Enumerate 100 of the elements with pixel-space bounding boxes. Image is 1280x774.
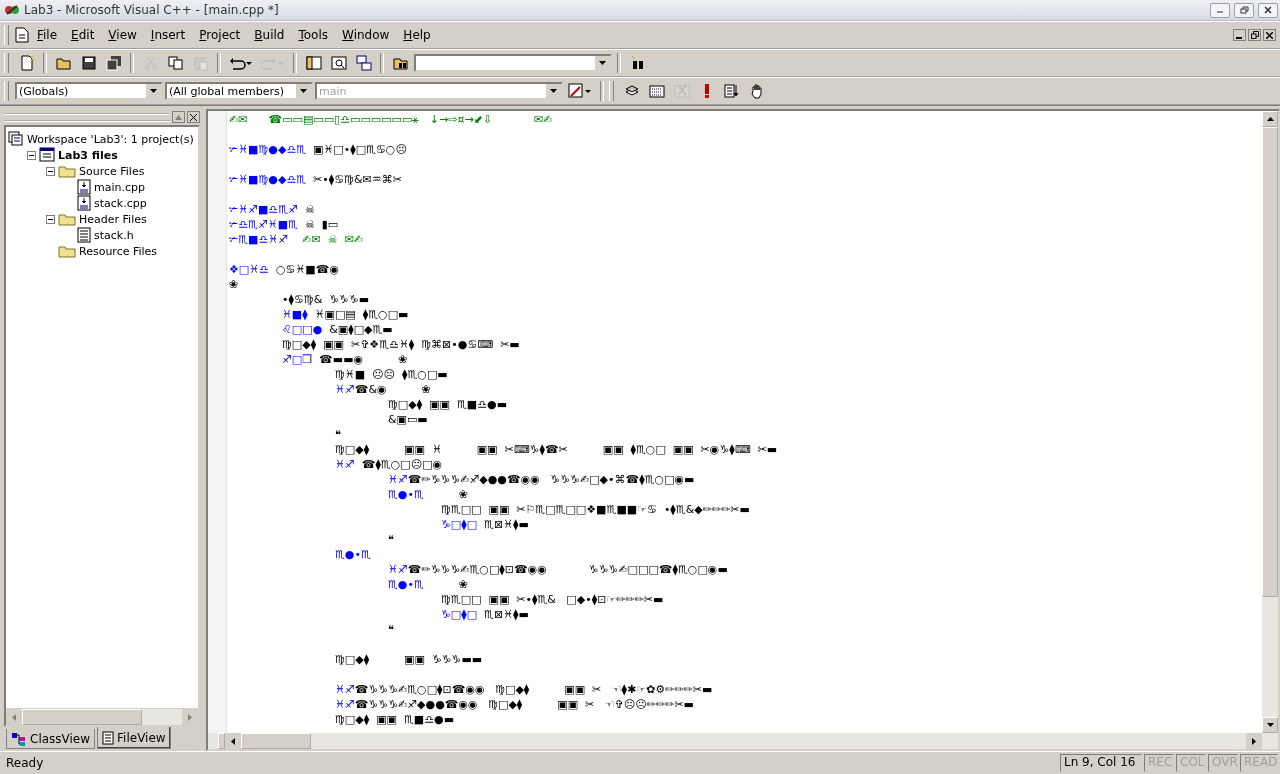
horizontal-scrollbar[interactable] xyxy=(208,733,1278,749)
panel-grip[interactable] xyxy=(4,112,170,122)
copy-icon xyxy=(167,55,184,71)
code-text: ☠ ▮▭ xyxy=(303,218,339,231)
code-text: ♓♐ xyxy=(335,383,355,396)
menu-item[interactable]: Tools xyxy=(292,26,335,44)
left-arrow-icon xyxy=(12,713,16,721)
new-file-icon xyxy=(18,55,35,71)
tree-item[interactable]: stack.cpp xyxy=(94,196,147,210)
restore-button[interactable] xyxy=(1248,29,1261,41)
caret-icon xyxy=(300,89,307,93)
text-file-icon xyxy=(77,227,91,243)
hand-icon xyxy=(748,83,765,99)
code-editor[interactable] xyxy=(206,109,1280,751)
minus-icon xyxy=(48,216,53,222)
folder-icon xyxy=(58,243,76,259)
code-text: ☎♑♑♑✍♏○□⧫⊡☎◉◉ ♍□◆⧫ ▣▣ ✂ ☜⧫✱☞✿⚙✏✏✏✂▬ xyxy=(354,683,713,696)
code-text: ▣♓□•⧫□♏♋○☹ xyxy=(312,143,407,156)
find-in-files-icon xyxy=(392,55,409,71)
close-button[interactable] xyxy=(1258,2,1278,18)
menu-item[interactable]: View xyxy=(102,26,143,44)
horizontal-scrollbar[interactable] xyxy=(6,708,198,725)
code-text: ♑□⧫□ xyxy=(441,518,478,531)
code-text: ❝ xyxy=(335,428,341,441)
code-text: ♍♏□□ ▣▣ ✂⚐♏□♏□□❖■♏■■☞♋ •⧫♏&◆✏✏✏✂▬ xyxy=(441,503,750,516)
menu-item[interactable]: Project xyxy=(193,26,247,44)
code-text: ♑□⧫□ xyxy=(441,608,478,621)
code-text: ♍♏□□ ▣▣ ✂•⧫♏& □◆•⧫⊡☞✏✏✏✂▬ xyxy=(441,593,664,606)
code-text: ○♋♓■☎◉ xyxy=(274,263,339,276)
down-arrow-icon xyxy=(1266,723,1274,727)
collapse-toggle[interactable] xyxy=(46,214,55,224)
up-arrow-icon xyxy=(1266,117,1274,121)
find-field[interactable] xyxy=(414,54,612,72)
stop-build-icon xyxy=(673,83,690,99)
tree-item[interactable]: Lab3 files xyxy=(58,148,118,162)
code-text: ♍□◆⧫ ▣▣ ✂✞❖♏♎♓⧫ ♍⌘⊠•●♋⌨ ✂▬ xyxy=(282,338,520,351)
windows-icon xyxy=(355,55,372,71)
caret-icon xyxy=(550,89,557,93)
project-icon xyxy=(39,147,55,163)
menu-item[interactable]: Build xyxy=(248,26,291,44)
code-text: ✃♓■♍●◆♎♏ xyxy=(229,143,307,156)
panel-tab[interactable]: FileView xyxy=(97,727,171,749)
code-text: ✃♓■♍●◆♎♏ xyxy=(229,173,307,186)
wizard-icon xyxy=(568,83,592,99)
code-text: ♓♐ xyxy=(335,458,355,471)
code-text: ☎✏♑♑♑✍♐◆●●☎◉◉ ♑♑♑✍□◆•⌘☎⧫♏○□◉▬ xyxy=(407,473,695,486)
tree-item[interactable]: stack.h xyxy=(94,228,134,242)
tree-item[interactable]: Header Files xyxy=(79,212,147,226)
menu-item[interactable]: Window xyxy=(336,26,396,44)
code-text: •⧫♋♍& ♑♑♑▬ xyxy=(282,293,370,306)
code-text: ❀ xyxy=(457,578,468,591)
minimize-button[interactable] xyxy=(1233,29,1246,41)
code-text: ❝ xyxy=(388,623,394,636)
code-text: ♍□◆⧫ ▣▣ ♏■♎●▬ xyxy=(388,398,508,411)
dropdown[interactable]: (All global members) xyxy=(165,82,313,100)
up-triangle-icon xyxy=(175,114,182,120)
code-text: ♓♐ xyxy=(335,683,355,696)
caret-icon xyxy=(599,61,606,65)
class-tree-icon xyxy=(11,731,27,746)
code-text: ♌□□● xyxy=(282,323,323,336)
code-text: ♏●•♏ xyxy=(335,548,371,561)
code-comment: ✍✉ ☎▭▭▤▭▭▯♎▭▭▭▭▭▭⚹ ↓→⇨¤→⬋⇩ ✉✍ xyxy=(229,113,553,126)
collapse-toggle[interactable] xyxy=(27,150,36,160)
collapse-toggle[interactable] xyxy=(46,166,55,176)
dropdown[interactable]: (Globals) xyxy=(15,82,163,100)
workspace-icon xyxy=(8,131,24,147)
panel-tab[interactable]: ClassView xyxy=(6,729,96,749)
code-text: ♏●•♏ xyxy=(388,488,424,501)
code-text: ✃♏■♎♓♐ xyxy=(229,233,289,246)
scroll-thumb[interactable] xyxy=(1262,127,1278,597)
tree-item[interactable]: Workspace 'Lab3': 1 project(s) xyxy=(27,132,194,146)
code-text: ♍□◆⧫ ▣▣ ♓ ▣▣ ✂⌨♑⧫☎✂ ▣▣ ⧫♏○□ ▣▣ ✂◉♑⧫⌨ ✂▬ xyxy=(335,443,778,456)
folder-icon xyxy=(58,211,76,227)
menu-item[interactable]: File xyxy=(31,26,64,44)
code-text: ♏⊠♓⧫▬ xyxy=(483,518,529,531)
code-text: ✃♎♏♐♓■♏ xyxy=(229,218,298,231)
code-text: ♓♐ xyxy=(388,473,408,486)
build-icon xyxy=(648,83,665,99)
code-text: ♓■⧫ xyxy=(282,308,308,321)
scroll-thumb[interactable] xyxy=(241,733,311,749)
app-logo-icon xyxy=(4,3,20,17)
menu-item[interactable]: Help xyxy=(397,26,437,44)
code-text: &▣▭▬ xyxy=(388,413,428,426)
status-message: Ready xyxy=(5,756,45,770)
tree-item[interactable]: main.cpp xyxy=(94,180,145,194)
close-button[interactable] xyxy=(1263,29,1276,41)
close-button[interactable] xyxy=(187,111,200,123)
window-title: Lab3 - Microsoft Visual C++ - [main.cpp *] xyxy=(24,3,280,17)
code-text: ♓♐ xyxy=(335,698,355,711)
code-text: ♍□◆⧫ ▣▣ ♏■♎●▬ xyxy=(335,713,455,726)
vertical-scrollbar[interactable] xyxy=(1262,111,1278,733)
menu-item[interactable]: Insert xyxy=(144,26,192,44)
cursor-position: Ln 9, Col 16 xyxy=(1060,754,1142,772)
scroll-thumb[interactable] xyxy=(22,709,142,725)
tree-item[interactable]: Resource Files xyxy=(79,244,158,258)
tree-item[interactable]: Source Files xyxy=(79,164,145,178)
restore-icon xyxy=(1239,6,1249,14)
code-text: ❝ xyxy=(388,533,394,546)
close-icon xyxy=(190,113,197,121)
menu-item[interactable]: Edit xyxy=(65,26,101,44)
